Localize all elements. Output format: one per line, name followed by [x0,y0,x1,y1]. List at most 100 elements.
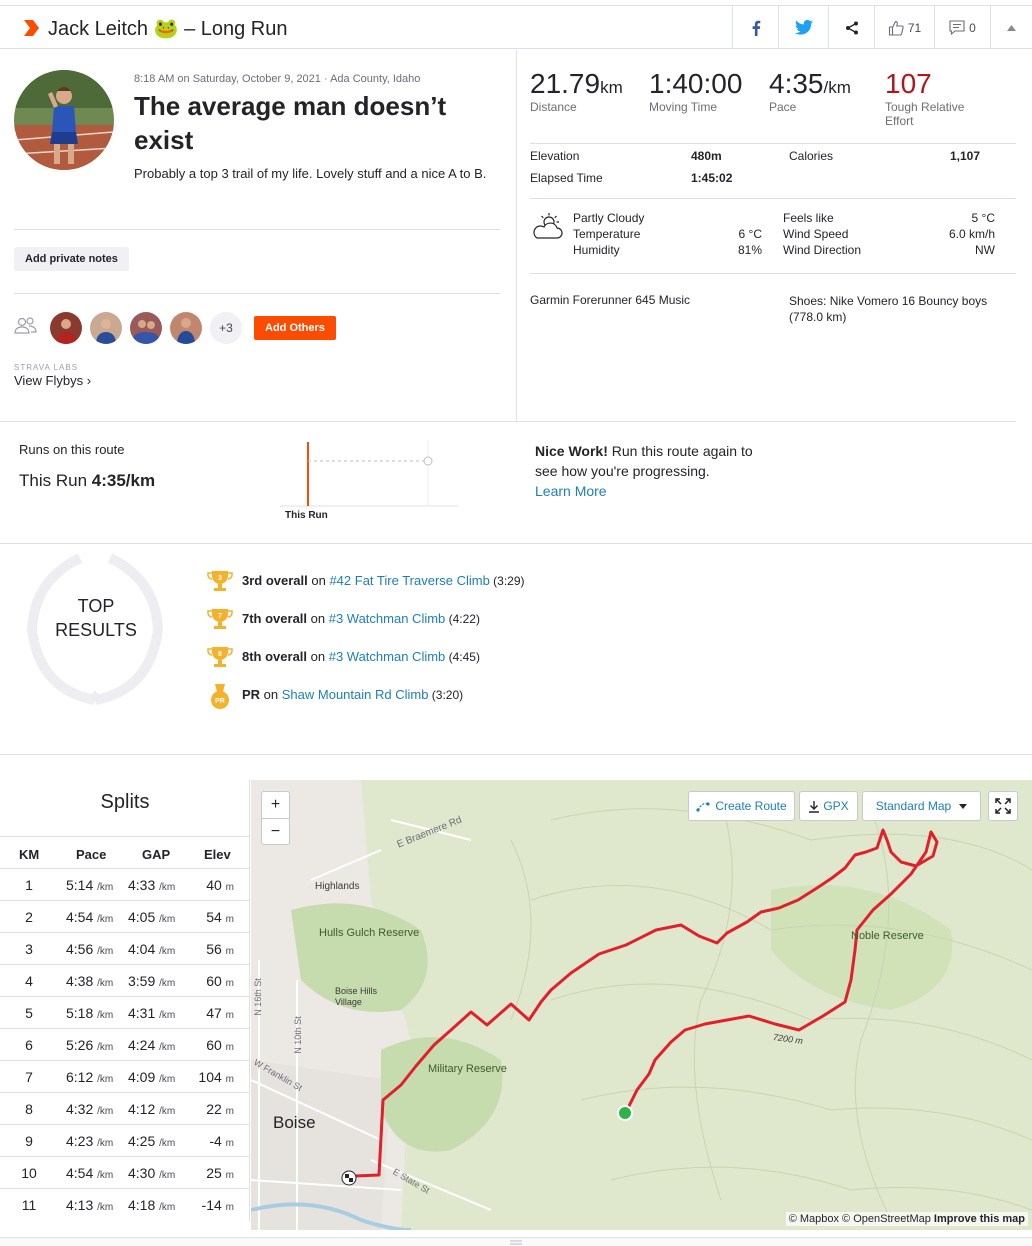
divider [14,229,500,230]
device-name: Garmin Forerunner 645 Music [530,293,691,307]
split-pace: 5:26 /km [66,1037,114,1053]
split-gap: 4:18 /km [128,1197,176,1213]
split-km: 11 [21,1197,37,1213]
trophy-icon: 3 [207,571,233,591]
split-pace: 5:14 /km [66,877,114,893]
splits-title: Splits [100,791,150,813]
run-sport-icon [24,20,39,36]
relative-effort-stat[interactable]: 107 Tough Relative Effort [885,68,995,128]
split-pace: 4:38 /km [66,973,114,989]
segment-link[interactable]: Shaw Mountain Rd Climb [282,687,429,702]
split-elev: 54 m [206,909,234,925]
comments-button[interactable]: 0 [934,6,990,49]
route-icon [696,802,710,812]
split-row[interactable]: 10 4:54 /km 4:30 /km 25 m [0,1156,250,1188]
split-row[interactable]: 9 4:23 /km 4:25 /km -4 m [0,1124,250,1156]
route-map[interactable]: E Braemere Rd Highlands Hulls Gulch Rese… [251,780,1032,1230]
zoom-out-button[interactable]: − [262,817,289,845]
start-marker [617,1105,633,1121]
feels-like-value: 5 °C [971,211,995,225]
svg-text:8: 8 [218,651,222,658]
facebook-icon [752,20,760,36]
map-style-dropdown[interactable]: Standard Map [862,791,981,821]
split-elev: 56 m [206,941,234,957]
group-athlete-avatar[interactable] [170,312,202,344]
split-gap: 3:59 /km [128,973,176,989]
segment-link[interactable]: #42 Fat Tire Traverse Climb [329,573,489,588]
map-place-label: Highlands [315,881,360,892]
split-km: 5 [25,1005,33,1021]
collapse-button[interactable] [990,6,1032,49]
map-park-label: Hulls Gulch Reserve [319,927,420,939]
split-gap: 4:33 /km [128,877,176,893]
improve-map-link[interactable]: Improve this map [934,1213,1025,1225]
elevation-label: Elevation [530,149,580,163]
feels-like-label: Feels like [783,211,834,225]
twitter-icon [794,20,813,35]
split-row[interactable]: 2 4:54 /km 4:05 /km 54 m [0,900,250,932]
learn-more-link[interactable]: Learn More [535,483,607,499]
segment-link[interactable]: #3 Watchman Climb [329,649,446,664]
column-header: GAP [142,847,171,862]
split-row[interactable]: 1 5:14 /km 4:33 /km 40 m [0,868,250,900]
athlete-avatar[interactable] [14,70,114,170]
map-street-label: N 10th St [292,1016,303,1054]
split-pace: 4:32 /km [66,1101,114,1117]
split-row[interactable]: 5 5:18 /km 4:31 /km 47 m [0,996,250,1028]
split-row[interactable]: 6 5:26 /km 4:24 /km 60 m [0,1028,250,1060]
partly-cloudy-icon [533,213,563,239]
split-row[interactable]: 7 6:12 /km 4:09 /km 104 m [0,1060,250,1092]
split-row[interactable]: 3 4:56 /km 4:04 /km 56 m [0,932,250,964]
comment-icon [949,20,965,35]
moving-time-stat: 1:40:00 Moving Time [649,68,743,114]
split-elev: 60 m [206,973,234,989]
split-row[interactable]: 4 4:38 /km 3:59 /km 60 m [0,964,250,996]
split-elev: 25 m [206,1165,234,1181]
divider [530,273,1016,274]
split-gap: 4:25 /km [128,1133,176,1149]
expand-icon [995,798,1011,814]
split-row[interactable]: 11 4:13 /km 4:18 /km -14 m [0,1188,250,1220]
avatar-photo [14,70,114,170]
split-pace: 4:23 /km [66,1133,114,1149]
kudos-button[interactable]: 71 [874,6,934,49]
trophy-icon: 8 [207,647,233,667]
split-row[interactable]: 8 4:32 /km 4:12 /km 22 m [0,1092,250,1124]
runs-on-route-label: Runs on this route [19,442,125,457]
split-elev: -4 m [209,1133,234,1149]
more-athletes-badge[interactable]: +3 [210,312,242,344]
shoes-info: Shoes: Nike Vomero 16 Bouncy boys (778.0… [789,294,988,324]
split-pace: 4:54 /km [66,1165,114,1181]
split-gap: 4:30 /km [128,1165,176,1181]
humidity-label: Humidity [573,243,620,257]
facebook-share-button[interactable] [732,6,778,49]
map-place-label: Boise Hills Village [335,986,378,1007]
add-private-notes-button[interactable]: Add private notes [14,247,129,271]
view-flybys-link[interactable]: View Flybys › [14,373,91,388]
split-pace: 4:13 /km [66,1197,114,1213]
group-athlete-avatar[interactable] [50,312,82,344]
add-others-button[interactable]: Add Others [254,316,336,340]
gpx-export-button[interactable]: GPX [799,791,858,821]
twitter-share-button[interactable] [778,6,828,49]
create-route-button[interactable]: Create Route [688,791,795,821]
share-button[interactable] [828,6,874,49]
segment-link[interactable]: #3 Watchman Climb [329,611,446,626]
split-pace: 6:12 /km [66,1069,114,1085]
fullscreen-button[interactable] [988,791,1018,821]
divider [0,836,250,837]
activity-name: The average man doesn’t exist [134,91,447,155]
map-park-label: Noble Reserve [851,930,924,942]
column-header: Pace [76,847,107,862]
thumbs-up-icon [888,20,904,36]
split-pace: 4:56 /km [66,941,114,957]
split-km: 6 [25,1037,33,1053]
group-athlete-avatar[interactable] [130,312,162,344]
split-gap: 4:05 /km [128,909,176,925]
wind-direction-label: Wind Direction [783,243,862,257]
map-attribution: © Mapbox © OpenStreetMap Improve this ma… [785,1212,1028,1226]
zoom-in-button[interactable]: + [262,792,289,818]
split-km: 3 [25,941,33,957]
split-km: 7 [25,1069,33,1085]
group-athlete-avatar[interactable] [90,312,122,344]
